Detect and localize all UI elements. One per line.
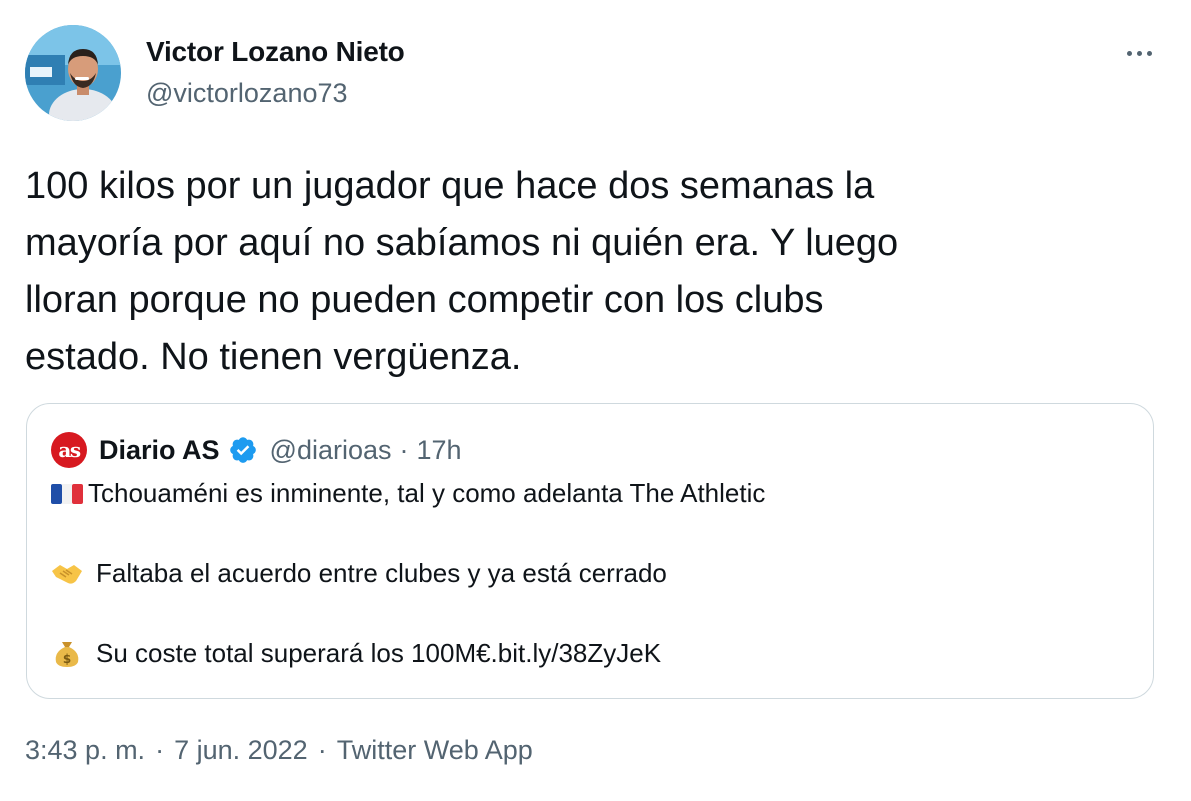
france-flag-icon — [50, 480, 84, 508]
tweet-metadata: 3:43 p. m. · 7 jun. 2022 · Twitter Web A… — [25, 735, 533, 766]
handshake-icon — [50, 560, 84, 588]
quoted-text-line: $ Su coste total superará los 100M€. bit… — [50, 638, 661, 669]
author-handle[interactable]: @victorlozano73 — [146, 78, 348, 109]
more-dot-icon — [1136, 50, 1142, 56]
author-avatar[interactable] — [25, 25, 121, 121]
diario-as-logo: as — [51, 432, 87, 468]
header-separator: · — [399, 434, 409, 465]
more-dot-icon — [1146, 50, 1152, 56]
quoted-text: Faltaba el acuerdo entre clubes y ya est… — [96, 558, 667, 588]
svg-text:$: $ — [63, 652, 71, 666]
tweet-card: Victor Lozano Nieto @victorlozano73 100 … — [0, 0, 1191, 801]
quoted-text-line: Faltaba el acuerdo entre clubes y ya est… — [50, 558, 667, 589]
quoted-link[interactable]: bit.ly/38ZyJeK — [498, 638, 661, 669]
more-options-button[interactable] — [1118, 38, 1160, 68]
tweet-text: 100 kilos por un jugador que hace dos se… — [25, 158, 1155, 386]
tweet-text-line: estado. No tienen vergüenza. — [25, 336, 522, 378]
tweet-text-line: 100 kilos por un jugador que hace dos se… — [25, 165, 875, 207]
quoted-tweet-time[interactable]: 17h — [417, 435, 462, 466]
quoted-text-line: Tchouaméni es inminente, tal y como adel… — [50, 478, 765, 509]
money-bag-icon: $ — [50, 640, 84, 668]
tweet-source[interactable]: Twitter Web App — [337, 735, 533, 766]
meta-separator: · — [155, 735, 165, 765]
more-dot-icon — [1126, 50, 1132, 56]
quoted-text: Tchouaméni es inminente, tal y como adel… — [88, 478, 766, 508]
tweet-text-line: lloran porque no pueden competir con los… — [25, 279, 824, 321]
tweet-date[interactable]: 7 jun. 2022 — [174, 735, 308, 766]
quoted-author-name[interactable]: Diario AS — [99, 435, 220, 466]
meta-separator: · — [317, 735, 327, 765]
avatar-image — [25, 25, 121, 121]
verified-badge-icon — [229, 437, 256, 463]
author-display-name[interactable]: Victor Lozano Nieto — [146, 36, 405, 68]
quoted-tweet-header: as Diario AS @diarioas · 17h — [51, 432, 462, 468]
quoted-text: Su coste total superará los 100M€. — [96, 638, 498, 668]
tweet-text-line: mayoría por aquí no sabíamos ni quién er… — [25, 222, 899, 264]
quoted-author-handle[interactable]: @diarioas — [270, 435, 392, 466]
tweet-time[interactable]: 3:43 p. m. — [25, 735, 145, 766]
